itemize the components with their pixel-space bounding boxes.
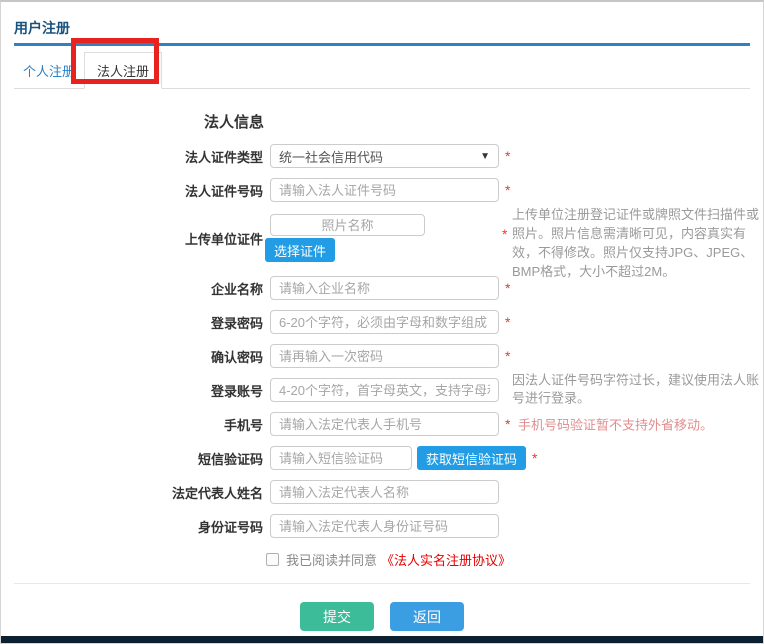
- phone-number-label: 手机号: [1, 415, 270, 434]
- row-id-number: 身份证号码: [1, 514, 763, 538]
- get-sms-code-button[interactable]: 获取短信验证码: [417, 446, 526, 470]
- sms-code-input[interactable]: [270, 446, 412, 470]
- required-asterisk: *: [505, 148, 510, 164]
- required-asterisk: *: [505, 348, 510, 364]
- row-certificate-type: 法人证件类型 统一社会信用代码 ▼ *: [1, 144, 763, 168]
- certificate-type-value: 统一社会信用代码: [279, 147, 383, 166]
- agreement-link[interactable]: 《法人实名注册协议》: [381, 550, 511, 569]
- certificate-type-select[interactable]: 统一社会信用代码 ▼: [270, 144, 499, 168]
- certificate-number-label: 法人证件号码: [1, 181, 270, 200]
- action-buttons: 提交 返回: [1, 602, 763, 631]
- tab-personal-registration[interactable]: 个人注册: [14, 53, 84, 88]
- choose-certificate-button[interactable]: 选择证件: [265, 238, 335, 262]
- upload-controls: 选择证件: [270, 214, 425, 262]
- row-confirm-password: 确认密码 *: [1, 344, 763, 368]
- login-account-help-text: 因法人证件号码字符过长，建议使用法人账号进行登录。: [512, 372, 762, 409]
- login-account-label: 登录账号: [1, 381, 270, 400]
- registration-page: 用户注册 个人注册 法人注册 法人信息 法人证件类型 统一社会信用代码 ▼ * …: [0, 0, 764, 644]
- login-password-input[interactable]: [270, 310, 499, 334]
- company-name-label: 企业名称: [1, 279, 270, 298]
- submit-button[interactable]: 提交: [300, 602, 374, 631]
- tab-legal-registration[interactable]: 法人注册: [84, 52, 162, 89]
- legal-person-form: 法人信息 法人证件类型 统一社会信用代码 ▼ * 法人证件号码 * 上传单位证件…: [1, 111, 763, 631]
- company-name-input[interactable]: [270, 276, 499, 300]
- id-number-input[interactable]: [270, 514, 499, 538]
- row-login-account: 登录账号 因法人证件号码字符过长，建议使用法人账号进行登录。: [1, 378, 763, 402]
- row-phone-number: 手机号 * 手机号码验证暂不支持外省移动。: [1, 412, 763, 436]
- agreement-row: 我已阅读并同意 《法人实名注册协议》: [266, 550, 763, 569]
- upload-help-text: 上传单位注册登记证件或牌照文件扫描件或照片。照片信息需清晰可见，内容真实有效，不…: [512, 206, 760, 281]
- agreement-checkbox[interactable]: [266, 553, 279, 566]
- representative-name-input[interactable]: [270, 480, 499, 504]
- id-number-label: 身份证号码: [1, 517, 270, 536]
- required-asterisk: *: [505, 182, 510, 198]
- agreement-text: 我已阅读并同意: [286, 550, 377, 569]
- representative-name-label: 法定代表人姓名: [1, 483, 270, 502]
- certificate-number-input[interactable]: [270, 178, 499, 202]
- upload-certificate-label: 上传单位证件: [1, 229, 270, 248]
- row-login-password: 登录密码 *: [1, 310, 763, 334]
- back-button[interactable]: 返回: [390, 602, 464, 631]
- certificate-type-label: 法人证件类型: [1, 147, 270, 166]
- section-title: 法人信息: [204, 111, 763, 132]
- login-password-label: 登录密码: [1, 313, 270, 332]
- title-underline: [14, 43, 750, 46]
- required-asterisk: *: [532, 450, 537, 466]
- tab-bar: 个人注册 法人注册: [14, 52, 750, 89]
- dropdown-arrow-icon: ▼: [480, 151, 490, 162]
- confirm-password-input[interactable]: [270, 344, 499, 368]
- row-sms-code: 短信验证码 获取短信验证码 *: [1, 446, 763, 470]
- phone-number-input[interactable]: [270, 412, 499, 436]
- confirm-password-label: 确认密码: [1, 347, 270, 366]
- phone-help-text: 手机号码验证暂不支持外省移动。: [518, 415, 713, 434]
- sms-code-label: 短信验证码: [1, 449, 270, 468]
- row-representative-name: 法定代表人姓名: [1, 480, 763, 504]
- photo-name-input[interactable]: [270, 214, 425, 236]
- required-asterisk: *: [502, 226, 507, 242]
- row-upload-certificate: 上传单位证件 选择证件 * 上传单位注册登记证件或牌照文件扫描件或照片。照片信息…: [1, 212, 763, 264]
- footer-bar: [1, 636, 763, 643]
- divider: [14, 583, 750, 584]
- required-asterisk: *: [505, 416, 510, 432]
- required-asterisk: *: [505, 280, 510, 296]
- page-title: 用户注册: [14, 18, 750, 38]
- required-asterisk: *: [505, 314, 510, 330]
- login-account-input[interactable]: [270, 378, 499, 402]
- row-certificate-number: 法人证件号码 *: [1, 178, 763, 202]
- row-company-name: 企业名称 *: [1, 276, 763, 300]
